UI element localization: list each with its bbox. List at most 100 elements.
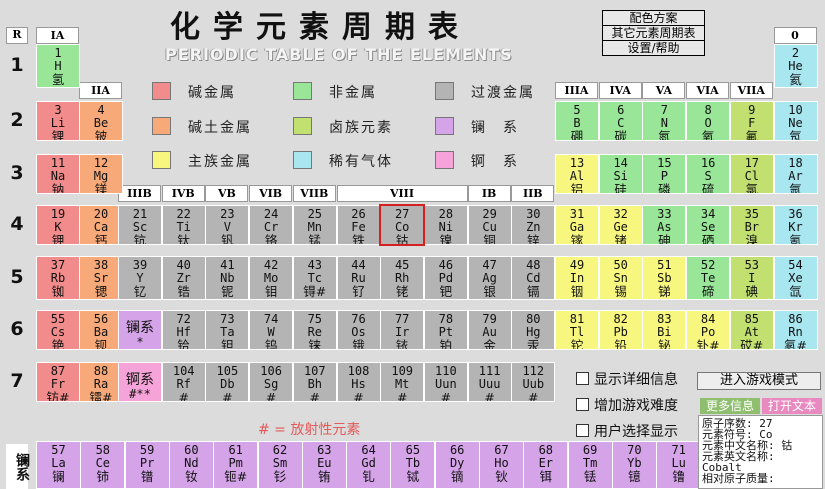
element-sg[interactable]: 106 Sg #	[249, 362, 294, 402]
element-zn[interactable]: 30 Zn 锌	[511, 205, 556, 245]
element-al[interactable]: 13 Al 铝	[555, 154, 599, 194]
element-ra[interactable]: 88 Ra 镭#	[79, 362, 123, 402]
element-ba[interactable]: 56 Ba 钡	[79, 310, 123, 350]
element-lu[interactable]: 71 Lu 镥	[656, 441, 702, 489]
menu-item-1[interactable]: 其它元素周期表	[602, 25, 705, 41]
element-fr[interactable]: 87 Fr 钫#	[36, 362, 80, 402]
element-ne[interactable]: 10 Ne 氖	[773, 101, 818, 141]
element-hf[interactable]: 72 Hf 铪	[161, 310, 206, 350]
element-ir[interactable]: 77 Ir 铱	[380, 310, 425, 350]
element-kr[interactable]: 36 Kr 氪	[773, 205, 818, 245]
element-ho[interactable]: 67 Ho 钬	[479, 441, 524, 489]
element-ce[interactable]: 58 Ce 铈	[80, 441, 126, 489]
element-at[interactable]: 85 At 砹#	[729, 310, 774, 350]
element-er[interactable]: 68 Er 铒	[523, 441, 569, 489]
play-game-button[interactable]: 进入游戏模式	[697, 372, 821, 390]
tab-more-info[interactable]: 更多信息	[700, 398, 760, 414]
element-k[interactable]: 19 K 钾	[36, 205, 80, 245]
element-nb[interactable]: 41 Nb 铌	[205, 256, 250, 300]
element-sn[interactable]: 50 Sn 锡	[598, 256, 643, 300]
element-xe[interactable]: 54 Xe 氙	[773, 256, 818, 300]
element-cr[interactable]: 24 Cr 铬	[249, 205, 294, 245]
element-f[interactable]: 9F氟	[729, 101, 774, 141]
element-sr[interactable]: 38 Sr 锶	[79, 256, 123, 300]
element-tc[interactable]: 43 Tc 锝#	[292, 256, 337, 300]
element-pd[interactable]: 46 Pd 钯	[423, 256, 468, 300]
element-au[interactable]: 79 Au 金	[467, 310, 512, 350]
element-i[interactable]: 53 I 碘	[729, 256, 774, 300]
element-rh[interactable]: 45 Rh 铑	[380, 256, 425, 300]
element-li[interactable]: 3 Li 锂	[36, 101, 80, 141]
element-mg[interactable]: 12 Mg 镁	[79, 154, 123, 194]
element-pb[interactable]: 82 Pb 铅	[598, 310, 643, 350]
element-uuu[interactable]: 111 Uuu #	[467, 362, 512, 402]
element-rb[interactable]: 37 Rb 铷	[36, 256, 80, 300]
element-rf[interactable]: 104 Rf #	[161, 362, 206, 402]
element-mt[interactable]: 109 Mt #	[380, 362, 425, 402]
element-bi[interactable]: 83 Bi 铋	[642, 310, 687, 350]
checkbox-2[interactable]	[576, 424, 589, 437]
element-pt[interactable]: 78 Pt 铂	[423, 310, 468, 350]
element-nd[interactable]: 60 Nd 钕	[168, 441, 214, 489]
element-sm[interactable]: 62 Sm 钐	[257, 441, 303, 489]
element-ni[interactable]: 28 Ni 镍	[423, 205, 468, 245]
element-zr[interactable]: 40 Zr 锆	[161, 256, 206, 300]
element-os[interactable]: 76 Os 锇	[336, 310, 381, 350]
element-gd[interactable]: 64 Gd 钆	[346, 441, 392, 489]
element-mn[interactable]: 25 Mn 锰	[292, 205, 337, 245]
menu-item-2[interactable]: 设置/帮助	[602, 40, 705, 56]
element-eu[interactable]: 63 Eu 铕	[301, 441, 347, 489]
element-ti[interactable]: 22 Ti 钛	[161, 205, 206, 245]
menu-item-0[interactable]: 配色方案	[602, 10, 705, 26]
element-c[interactable]: 6C碳	[598, 101, 643, 141]
element-ag[interactable]: 47 Ag 银	[467, 256, 512, 300]
element-hg[interactable]: 80 Hg 汞	[511, 310, 556, 350]
element-w[interactable]: 74 W 钨	[249, 310, 294, 350]
element-b[interactable]: 5B硼	[555, 101, 599, 141]
element-ru[interactable]: 44 Ru 钌	[336, 256, 381, 300]
element-po[interactable]: 84 Po 钋#	[686, 310, 731, 350]
element-o[interactable]: 8O氧	[686, 101, 731, 141]
element-bh[interactable]: 107 Bh #	[292, 362, 337, 402]
element-co[interactable]: 27 Co 钴	[379, 204, 426, 246]
element-yb[interactable]: 70 Yb 镱	[611, 441, 657, 489]
element-hs[interactable]: 108 Hs #	[336, 362, 381, 402]
element-re[interactable]: 75 Re 铼	[292, 310, 337, 350]
element-in[interactable]: 49 In 铟	[555, 256, 599, 300]
element-p[interactable]: 15 P 磷	[642, 154, 687, 194]
lanthanide-series-cell[interactable]: 镧系 *	[118, 310, 162, 350]
checkbox-1[interactable]	[576, 398, 589, 411]
checkbox-0[interactable]	[576, 372, 589, 385]
element-dy[interactable]: 66 Dy 镝	[434, 441, 480, 489]
element-ar[interactable]: 18 Ar 氩	[773, 154, 818, 194]
element-be[interactable]: 4 Be 铍	[79, 101, 123, 141]
element-mo[interactable]: 42 Mo 钼	[249, 256, 294, 300]
element-ca[interactable]: 20 Ca 钙	[79, 205, 123, 245]
element-tl[interactable]: 81 Tl 铊	[555, 310, 599, 350]
element-cu[interactable]: 29 Cu 铜	[467, 205, 512, 245]
element-s[interactable]: 16 S 硫	[686, 154, 731, 194]
element-h[interactable]: 1H氢	[36, 44, 80, 88]
element-as[interactable]: 33 As 砷	[642, 205, 687, 245]
element-rn[interactable]: 86 Rn 氡#	[773, 310, 818, 350]
element-tb[interactable]: 65 Tb 铽	[390, 441, 436, 489]
element-cs[interactable]: 55 Cs 铯	[36, 310, 80, 350]
element-db[interactable]: 105 Db #	[205, 362, 250, 402]
actinide-series-cell[interactable]: 锕系 #**	[118, 362, 162, 402]
element-fe[interactable]: 26 Fe 铁	[336, 205, 381, 245]
element-pm[interactable]: 61 Pm 钷#	[213, 441, 259, 489]
element-si[interactable]: 14 Si 硅	[598, 154, 643, 194]
element-y[interactable]: 39 Y 钇	[118, 256, 162, 300]
element-la[interactable]: 57 La 镧	[36, 441, 81, 489]
element-uun[interactable]: 110 Uun #	[423, 362, 468, 402]
element-uub[interactable]: 112 Uub #	[511, 362, 556, 402]
element-sc[interactable]: 21 Sc 钪	[118, 205, 162, 245]
element-sb[interactable]: 51 Sb 锑	[642, 256, 687, 300]
element-ge[interactable]: 32 Ge 锗	[598, 205, 643, 245]
element-v[interactable]: 23 V 钒	[205, 205, 250, 245]
element-pr[interactable]: 59 Pr 镨	[124, 441, 170, 489]
element-ta[interactable]: 73 Ta 钽	[205, 310, 250, 350]
element-na[interactable]: 11 Na 钠	[36, 154, 80, 194]
element-cd[interactable]: 48 Cd 镉	[511, 256, 556, 300]
element-n[interactable]: 7N氮	[642, 101, 687, 141]
